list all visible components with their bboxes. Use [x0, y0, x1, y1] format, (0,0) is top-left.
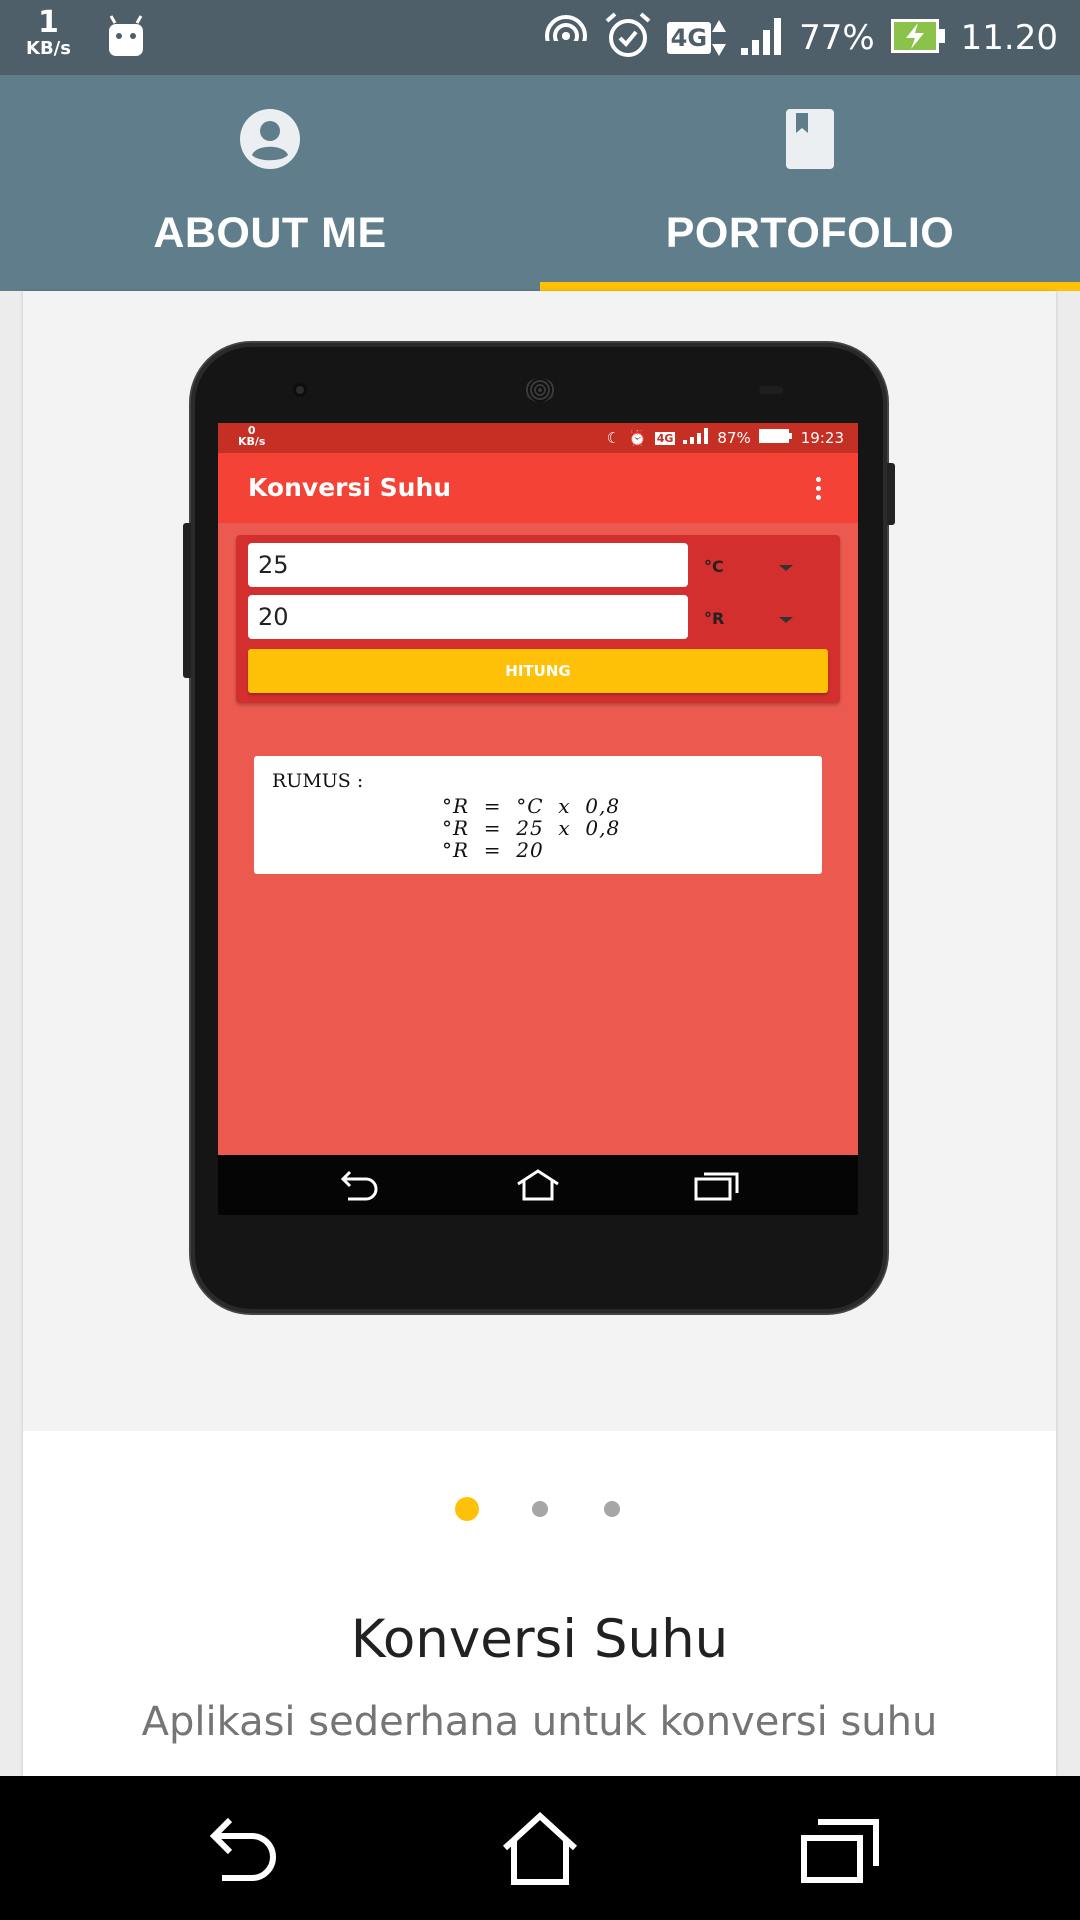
portfolio-screenshot-slider[interactable]: 0 KB/s ☾ ⏰ 4G 87% 19:23 Konversi Suhu 25… [23, 291, 1056, 1431]
alarm-icon [603, 11, 653, 64]
formula-line: °R = 20 [442, 838, 544, 862]
moon-icon: ☾ [606, 429, 621, 447]
recent-apps-icon [694, 1172, 739, 1201]
camera-icon [293, 383, 307, 397]
clock: 19:23 [800, 429, 844, 447]
mockup-hitung-button: HITUNG [248, 649, 828, 693]
dropdown-arrow-icon [779, 617, 793, 623]
portfolio-card[interactable]: 0 KB/s ☾ ⏰ 4G 87% 19:23 Konversi Suhu 25… [23, 291, 1056, 1776]
formula-line: °R = °C x 0,8 [442, 794, 621, 818]
android-icon [106, 14, 146, 62]
tab-portofolio[interactable]: PORTOFOLIO [540, 75, 1080, 291]
mockup-input-unit: °C [704, 557, 724, 576]
formula-line: °R = 25 x 0,8 [442, 816, 621, 840]
mockup-converter-form: 25 °C 20 °R HITUNG [236, 535, 840, 703]
network-type: 4G [654, 431, 676, 445]
network-type: 4G [666, 21, 712, 54]
mockup-app-title: Konversi Suhu [248, 473, 452, 502]
formula-label: RUMUS : [272, 770, 364, 792]
signal-icon [741, 16, 785, 60]
net-speed-unit: KB/s [26, 38, 71, 59]
speaker-grille [525, 378, 555, 402]
page-indicator [23, 1491, 1056, 1531]
clock: 11.20 [960, 17, 1058, 58]
account-circle-icon [240, 107, 300, 171]
battery-charging-icon [889, 16, 947, 60]
page-dot[interactable] [532, 1501, 548, 1517]
recent-apps-icon[interactable] [800, 1814, 880, 1884]
status-icons: 4G 77% 11.20 [529, 0, 1058, 75]
app-screen: 1 KB/s 4G 77% 11.20 ABOUT ME PORTOFOLIO … [0, 0, 1080, 1920]
book-icon [780, 107, 840, 171]
signal-icon [683, 428, 709, 448]
dropdown-arrow-icon [779, 565, 793, 571]
hotspot-icon [542, 13, 589, 63]
tab-bar: ABOUT ME PORTOFOLIO [0, 75, 1080, 291]
mockup-formula-box: RUMUS : °R = °C x 0,8 °R = 25 x 0,8 °R =… [254, 756, 822, 874]
mockup-input-field: 25 [248, 543, 688, 587]
project-description: Aplikasi sederhana untuk konversi suhu [141, 1699, 938, 1745]
battery-percent: 77% [799, 17, 875, 58]
mockup-screen: 0 KB/s ☾ ⏰ 4G 87% 19:23 Konversi Suhu 25… [218, 423, 858, 1215]
net-speed: 1 KB/s [26, 8, 71, 58]
tab-about-me[interactable]: ABOUT ME [0, 75, 540, 291]
mockup-output-unit: °R [704, 609, 725, 628]
phone-mockup-image: 0 KB/s ☾ ⏰ 4G 87% 19:23 Konversi Suhu 25… [183, 343, 895, 1313]
page-dot[interactable] [604, 1501, 620, 1517]
system-nav-bar [0, 1776, 1080, 1920]
project-title: Konversi Suhu [350, 1609, 729, 1670]
tab-label: ABOUT ME [153, 209, 387, 257]
home-icon [517, 1169, 559, 1201]
back-icon[interactable] [204, 1814, 278, 1884]
tab-selected-indicator [540, 282, 1080, 291]
status-bar: 1 KB/s 4G 77% 11.20 [0, 0, 1080, 75]
mockup-nav-bar [218, 1155, 858, 1215]
alarm-icon: ⏰ [628, 429, 647, 447]
net-speed-value: 1 [38, 5, 59, 40]
home-icon[interactable] [502, 1812, 578, 1886]
battery-icon [758, 428, 793, 448]
back-icon [340, 1170, 378, 1201]
page-dot-active[interactable] [455, 1497, 479, 1521]
battery-percent: 87% [717, 429, 751, 447]
mockup-status-bar: 0 KB/s ☾ ⏰ 4G 87% 19:23 [218, 423, 858, 453]
4g-icon: 4G [666, 18, 727, 58]
tab-label: PORTOFOLIO [665, 209, 955, 257]
mockup-output-field: 20 [248, 595, 688, 639]
overflow-menu-icon [816, 477, 822, 501]
mockup-toolbar: Konversi Suhu [218, 453, 858, 523]
